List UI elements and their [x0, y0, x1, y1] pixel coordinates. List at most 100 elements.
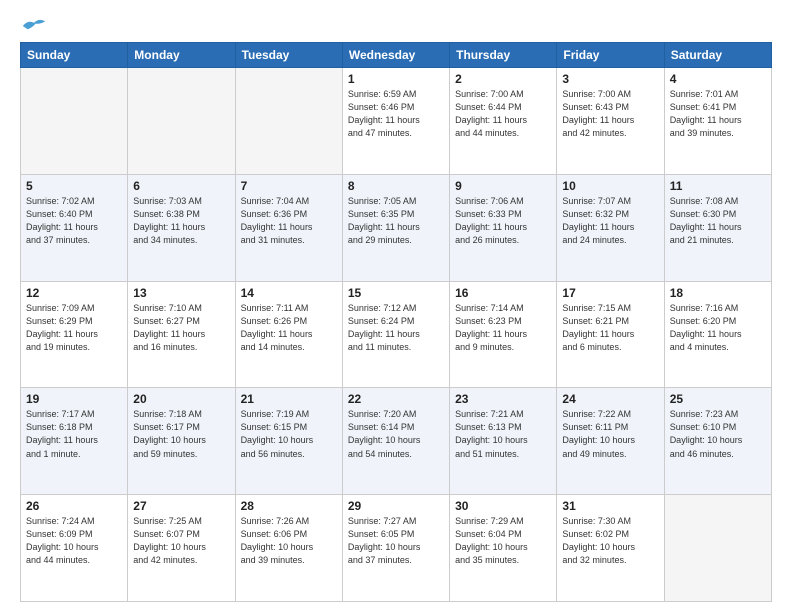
day-info: Sunrise: 7:15 AM Sunset: 6:21 PM Dayligh… — [562, 302, 658, 354]
calendar-week-row: 19Sunrise: 7:17 AM Sunset: 6:18 PM Dayli… — [21, 388, 772, 495]
day-info: Sunrise: 7:03 AM Sunset: 6:38 PM Dayligh… — [133, 195, 229, 247]
weekday-header-thursday: Thursday — [450, 43, 557, 68]
calendar-cell: 24 Sunrise: 7:22 AM Sunset: 6:11 PM Dayli… — [557, 388, 664, 495]
day-info: Sunrise: 7:25 AM Sunset: 6:07 PM Dayligh… — [133, 515, 229, 567]
calendar-table: SundayMondayTuesdayWednesdayThursdayFrid… — [20, 42, 772, 602]
day-number: 27 — [133, 499, 229, 513]
calendar-week-row: 1 Sunrise: 6:59 AM Sunset: 6:46 PM Daylig… — [21, 68, 772, 175]
day-info: Sunrise: 7:22 AM Sunset: 6:11 PM Dayligh… — [562, 408, 658, 460]
calendar-cell: 25 Sunrise: 7:23 AM Sunset: 6:10 PM Dayli… — [664, 388, 771, 495]
day-number: 16 — [455, 286, 551, 300]
bird-icon — [20, 18, 48, 34]
day-number: 30 — [455, 499, 551, 513]
day-number: 1 — [348, 72, 444, 86]
calendar-cell: 18 Sunrise: 7:16 AM Sunset: 6:20 PM Dayli… — [664, 281, 771, 388]
calendar-cell: 5Sunrise: 7:02 AM Sunset: 6:40 PM Daylig… — [21, 174, 128, 281]
day-number: 12 — [26, 286, 122, 300]
calendar-cell: 22Sunrise: 7:20 AM Sunset: 6:14 PM Dayli… — [342, 388, 449, 495]
day-info: Sunrise: 7:10 AM Sunset: 6:27 PM Dayligh… — [133, 302, 229, 354]
calendar-cell: 11 Sunrise: 7:08 AM Sunset: 6:30 PM Dayli… — [664, 174, 771, 281]
calendar-cell: 12 Sunrise: 7:09 AM Sunset: 6:29 PM Dayli… — [21, 281, 128, 388]
calendar-week-row: 12 Sunrise: 7:09 AM Sunset: 6:29 PM Dayli… — [21, 281, 772, 388]
calendar-cell: 6 Sunrise: 7:03 AM Sunset: 6:38 PM Daylig… — [128, 174, 235, 281]
day-number: 14 — [241, 286, 337, 300]
day-info: Sunrise: 7:08 AM Sunset: 6:30 PM Dayligh… — [670, 195, 766, 247]
day-number: 23 — [455, 392, 551, 406]
calendar-cell: 2Sunrise: 7:00 AM Sunset: 6:44 PM Daylig… — [450, 68, 557, 175]
day-info: Sunrise: 7:01 AM Sunset: 6:41 PM Dayligh… — [670, 88, 766, 140]
day-number: 3 — [562, 72, 658, 86]
day-info: Sunrise: 7:06 AM Sunset: 6:33 PM Dayligh… — [455, 195, 551, 247]
weekday-header-row: SundayMondayTuesdayWednesdayThursdayFrid… — [21, 43, 772, 68]
day-info: Sunrise: 7:16 AM Sunset: 6:20 PM Dayligh… — [670, 302, 766, 354]
day-info: Sunrise: 7:19 AM Sunset: 6:15 PM Dayligh… — [241, 408, 337, 460]
day-number: 24 — [562, 392, 658, 406]
day-number: 31 — [562, 499, 658, 513]
day-number: 2 — [455, 72, 551, 86]
calendar-week-row: 26 Sunrise: 7:24 AM Sunset: 6:09 PM Dayli… — [21, 495, 772, 602]
weekday-header-monday: Monday — [128, 43, 235, 68]
day-number: 4 — [670, 72, 766, 86]
day-number: 20 — [133, 392, 229, 406]
calendar-cell: 17 Sunrise: 7:15 AM Sunset: 6:21 PM Dayli… — [557, 281, 664, 388]
calendar-cell: 14 Sunrise: 7:11 AM Sunset: 6:26 PM Dayli… — [235, 281, 342, 388]
calendar-cell: 21 Sunrise: 7:19 AM Sunset: 6:15 PM Dayli… — [235, 388, 342, 495]
calendar-cell: 23Sunrise: 7:21 AM Sunset: 6:13 PM Dayli… — [450, 388, 557, 495]
calendar-cell: 19Sunrise: 7:17 AM Sunset: 6:18 PM Dayli… — [21, 388, 128, 495]
weekday-header-wednesday: Wednesday — [342, 43, 449, 68]
day-number: 19 — [26, 392, 122, 406]
day-number: 11 — [670, 179, 766, 193]
calendar-cell: 7Sunrise: 7:04 AM Sunset: 6:36 PM Daylig… — [235, 174, 342, 281]
day-info: Sunrise: 7:09 AM Sunset: 6:29 PM Dayligh… — [26, 302, 122, 354]
calendar-cell: 30 Sunrise: 7:29 AM Sunset: 6:04 PM Dayli… — [450, 495, 557, 602]
header — [20, 18, 772, 34]
day-number: 15 — [348, 286, 444, 300]
calendar-cell: 31 Sunrise: 7:30 AM Sunset: 6:02 PM Dayli… — [557, 495, 664, 602]
calendar-cell: 16 Sunrise: 7:14 AM Sunset: 6:23 PM Dayli… — [450, 281, 557, 388]
day-info: Sunrise: 7:29 AM Sunset: 6:04 PM Dayligh… — [455, 515, 551, 567]
day-info: Sunrise: 6:59 AM Sunset: 6:46 PM Dayligh… — [348, 88, 444, 140]
calendar-cell: 9 Sunrise: 7:06 AM Sunset: 6:33 PM Daylig… — [450, 174, 557, 281]
day-number: 10 — [562, 179, 658, 193]
day-number: 25 — [670, 392, 766, 406]
day-number: 28 — [241, 499, 337, 513]
day-number: 8 — [348, 179, 444, 193]
day-number: 29 — [348, 499, 444, 513]
calendar-cell — [235, 68, 342, 175]
calendar-week-row: 5Sunrise: 7:02 AM Sunset: 6:40 PM Daylig… — [21, 174, 772, 281]
calendar-cell — [21, 68, 128, 175]
day-info: Sunrise: 7:30 AM Sunset: 6:02 PM Dayligh… — [562, 515, 658, 567]
calendar-cell: 15 Sunrise: 7:12 AM Sunset: 6:24 PM Dayli… — [342, 281, 449, 388]
day-info: Sunrise: 7:18 AM Sunset: 6:17 PM Dayligh… — [133, 408, 229, 460]
day-number: 18 — [670, 286, 766, 300]
weekday-header-friday: Friday — [557, 43, 664, 68]
calendar-cell: 29 Sunrise: 7:27 AM Sunset: 6:05 PM Dayli… — [342, 495, 449, 602]
weekday-header-sunday: Sunday — [21, 43, 128, 68]
calendar-cell: 27 Sunrise: 7:25 AM Sunset: 6:07 PM Dayli… — [128, 495, 235, 602]
calendar-cell: 1 Sunrise: 6:59 AM Sunset: 6:46 PM Daylig… — [342, 68, 449, 175]
calendar-cell: 10Sunrise: 7:07 AM Sunset: 6:32 PM Dayli… — [557, 174, 664, 281]
day-info: Sunrise: 7:27 AM Sunset: 6:05 PM Dayligh… — [348, 515, 444, 567]
day-info: Sunrise: 7:00 AM Sunset: 6:43 PM Dayligh… — [562, 88, 658, 140]
day-number: 21 — [241, 392, 337, 406]
day-info: Sunrise: 7:20 AM Sunset: 6:14 PM Dayligh… — [348, 408, 444, 460]
logo — [20, 18, 48, 34]
day-info: Sunrise: 7:24 AM Sunset: 6:09 PM Dayligh… — [26, 515, 122, 567]
calendar-cell: 3 Sunrise: 7:00 AM Sunset: 6:43 PM Daylig… — [557, 68, 664, 175]
calendar-cell: 8Sunrise: 7:05 AM Sunset: 6:35 PM Daylig… — [342, 174, 449, 281]
calendar-cell: 13Sunrise: 7:10 AM Sunset: 6:27 PM Dayli… — [128, 281, 235, 388]
day-number: 9 — [455, 179, 551, 193]
day-info: Sunrise: 7:14 AM Sunset: 6:23 PM Dayligh… — [455, 302, 551, 354]
day-info: Sunrise: 7:11 AM Sunset: 6:26 PM Dayligh… — [241, 302, 337, 354]
day-number: 17 — [562, 286, 658, 300]
day-info: Sunrise: 7:12 AM Sunset: 6:24 PM Dayligh… — [348, 302, 444, 354]
day-number: 6 — [133, 179, 229, 193]
day-number: 26 — [26, 499, 122, 513]
calendar-cell: 20 Sunrise: 7:18 AM Sunset: 6:17 PM Dayli… — [128, 388, 235, 495]
calendar-cell — [664, 495, 771, 602]
day-info: Sunrise: 7:26 AM Sunset: 6:06 PM Dayligh… — [241, 515, 337, 567]
day-info: Sunrise: 7:23 AM Sunset: 6:10 PM Dayligh… — [670, 408, 766, 460]
calendar-cell: 28 Sunrise: 7:26 AM Sunset: 6:06 PM Dayli… — [235, 495, 342, 602]
day-number: 7 — [241, 179, 337, 193]
page: SundayMondayTuesdayWednesdayThursdayFrid… — [0, 0, 792, 612]
